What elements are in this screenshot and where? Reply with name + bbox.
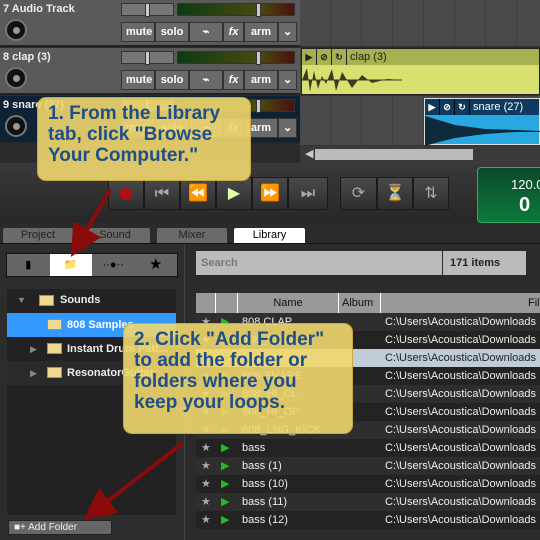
arrow-to-browse [70, 188, 112, 257]
arrow-to-add-folder [83, 441, 185, 520]
callout-step-1: 1. From the Library tab, click "Browse Y… [37, 97, 251, 181]
annotation-arrows [70, 188, 185, 520]
callout-step-2: 2. Click "Add Folder" to add the folder … [123, 323, 353, 434]
